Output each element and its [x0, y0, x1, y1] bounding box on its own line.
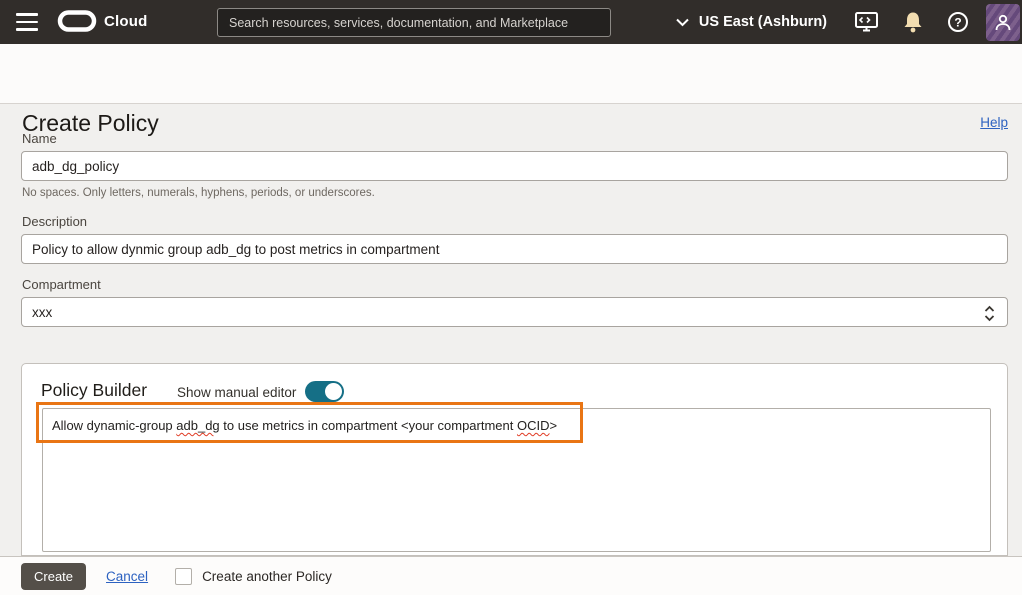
- statement-text: Allow dynamic-group: [52, 418, 176, 433]
- name-label: Name: [22, 131, 57, 146]
- policy-builder-panel: Policy Builder Show manual editor Allow …: [21, 363, 1008, 556]
- select-stepper-icon: [983, 305, 996, 325]
- cloud-shell-icon[interactable]: [854, 11, 879, 33]
- statement-text: >: [549, 418, 557, 433]
- footer-action-bar: Create Cancel Create another Policy: [0, 556, 1022, 595]
- create-button[interactable]: Create: [21, 563, 86, 590]
- person-icon: [994, 13, 1012, 32]
- description-input[interactable]: [21, 234, 1008, 264]
- top-navigation-bar: Cloud US East (Ashburn) ?: [0, 0, 1022, 44]
- help-question-icon[interactable]: ?: [947, 11, 969, 33]
- policy-statement-editor[interactable]: Allow dynamic-group adb_dg to use metric…: [42, 408, 991, 552]
- statement-text: to use metrics in compartment <your comp…: [220, 418, 517, 433]
- logo-text: Cloud: [104, 13, 148, 30]
- compartment-selected-value: xxx: [32, 305, 52, 320]
- notifications-bell-icon[interactable]: [902, 11, 924, 34]
- help-link[interactable]: Help: [980, 115, 1008, 130]
- manual-editor-toggle-label: Show manual editor: [177, 385, 296, 400]
- hamburger-menu-icon[interactable]: [16, 13, 38, 31]
- statement-text-misspelled: adb_dg: [176, 418, 219, 433]
- svg-text:?: ?: [954, 16, 961, 30]
- cancel-link[interactable]: Cancel: [106, 569, 148, 584]
- compartment-select[interactable]: xxx: [21, 297, 1008, 327]
- region-selector[interactable]: US East (Ashburn): [699, 14, 827, 30]
- search-input[interactable]: [217, 8, 611, 37]
- statement-text-misspelled: OCID: [517, 418, 550, 433]
- oracle-logo-icon: [57, 9, 97, 33]
- create-another-checkbox[interactable]: [175, 568, 192, 585]
- manual-editor-toggle[interactable]: [305, 381, 344, 402]
- description-label: Description: [22, 214, 87, 229]
- oracle-cloud-logo[interactable]: Cloud: [57, 9, 148, 33]
- user-avatar[interactable]: [986, 4, 1020, 41]
- name-helper-text: No spaces. Only letters, numerals, hyphe…: [22, 187, 375, 199]
- name-input[interactable]: [21, 151, 1008, 181]
- page-title-bar: Create Policy Help: [0, 44, 1022, 104]
- compartment-label: Compartment: [22, 277, 101, 292]
- region-chevron-down-icon[interactable]: [675, 17, 690, 27]
- create-another-label: Create another Policy: [202, 569, 332, 584]
- toggle-knob: [325, 383, 342, 400]
- policy-builder-title: Policy Builder: [41, 380, 147, 401]
